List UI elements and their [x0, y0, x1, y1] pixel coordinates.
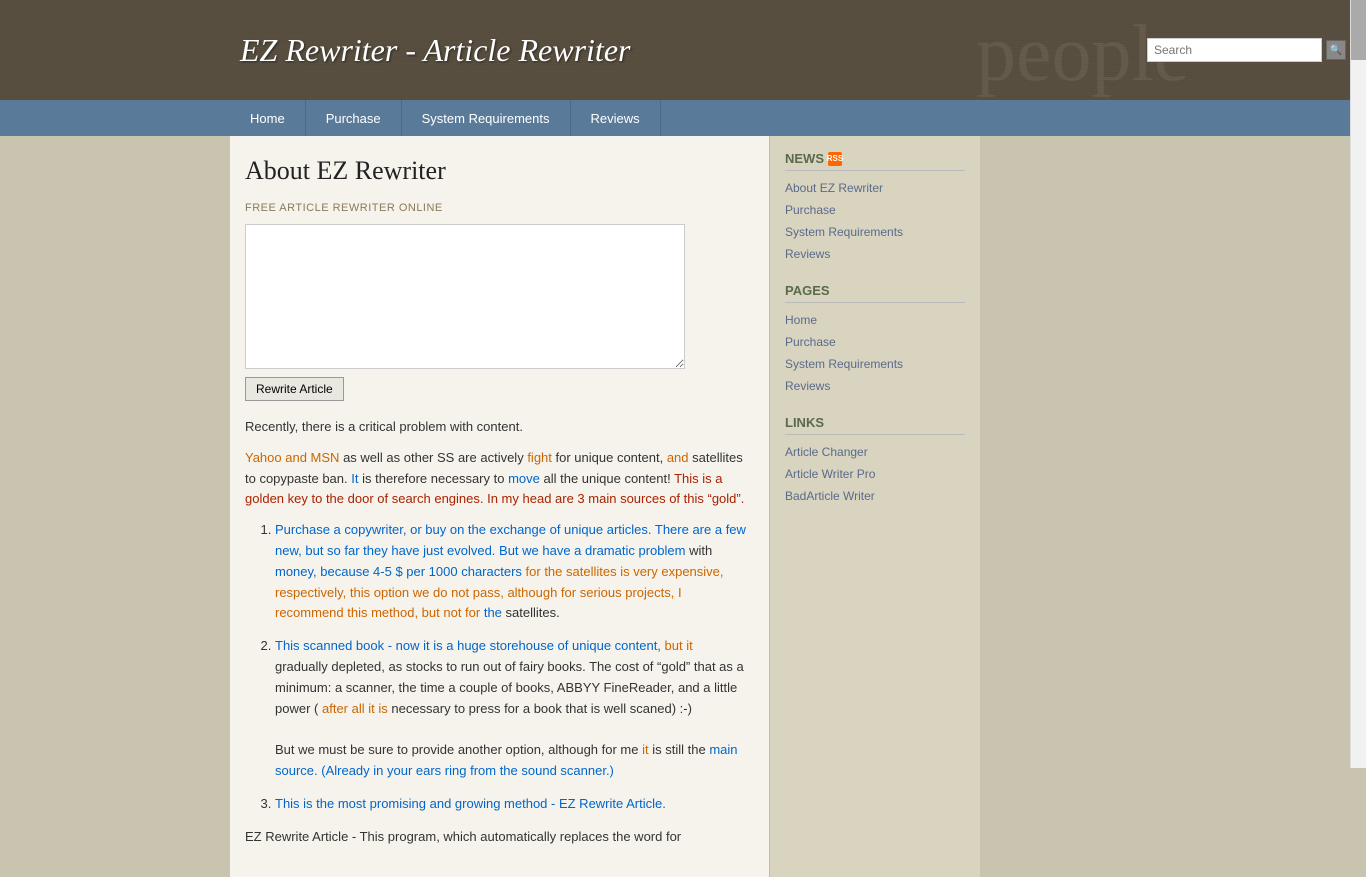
search-area: 🔍 [1147, 38, 1346, 62]
site-title: EZ Rewriter - Article Rewriter [240, 32, 630, 69]
li2-scanned: This scanned book - now it is a huge sto… [275, 638, 665, 653]
body-para-2: Yahoo and MSN as well as other SS are ac… [245, 448, 749, 510]
text-and: and [667, 450, 689, 465]
sidebar-pages-title: PAGES [785, 283, 965, 303]
sidebar-pages-reviews[interactable]: Reviews [785, 377, 965, 395]
site-header: EZ Rewriter - Article Rewriter 🔍 [0, 0, 1366, 100]
sidebar-pages-purchase[interactable]: Purchase [785, 333, 965, 351]
sidebar-news-about[interactable]: About EZ Rewriter [785, 179, 965, 197]
li3-text: This is the most promising and growing m… [275, 796, 666, 811]
sidebar-link-badarticle-writer[interactable]: BadArticle Writer [785, 487, 965, 505]
text-yahoo-msn: Yahoo and MSN [245, 450, 339, 465]
scrollbar-thumb[interactable] [1351, 0, 1366, 60]
li2-but: but it [665, 638, 693, 653]
news-title-text: NEWS [785, 151, 824, 166]
sidebar-links-title: LINKS [785, 415, 965, 435]
sidebar-link-article-writer-pro[interactable]: Article Writer Pro [785, 465, 965, 483]
li1-with: with [689, 543, 712, 558]
list-item-1: Purchase a copywriter, or buy on the exc… [275, 520, 749, 624]
main-content: About EZ Rewriter FREE ARTICLE REWRITER … [230, 136, 770, 877]
li1-money: money, because 4-5 $ per 1000 characters [275, 564, 526, 579]
text-it: It [351, 471, 358, 486]
text-for-unique: for unique content, [556, 450, 667, 465]
list-item-2: This scanned book - now it is a huge sto… [275, 636, 749, 782]
sidebar-pages-sysreq[interactable]: System Requirements [785, 355, 965, 373]
text-all: all the unique content! [544, 471, 675, 486]
text-as-well: as well as other SS are actively [343, 450, 527, 465]
rewrite-button[interactable]: Rewrite Article [245, 377, 344, 401]
list-item-3: This is the most promising and growing m… [275, 794, 749, 815]
main-wrapper: About EZ Rewriter FREE ARTICLE REWRITER … [0, 136, 1366, 877]
main-list: Purchase a copywriter, or buy on the exc… [245, 520, 749, 814]
text-move: move [508, 471, 540, 486]
rewrite-textarea[interactable] [245, 224, 685, 369]
li1-purchase: Purchase a copywriter, or buy on the exc… [275, 522, 746, 558]
main-nav: Home Purchase System Requirements Review… [0, 100, 1366, 136]
sidebar-news-title: NEWS RSS [785, 151, 965, 171]
sidebar-pages-home[interactable]: Home [785, 311, 965, 329]
sidebar: NEWS RSS About EZ Rewriter Purchase Syst… [770, 136, 980, 877]
text-therefore: is therefore necessary to [362, 471, 508, 486]
body-para-1: Recently, there is a critical problem wi… [245, 417, 749, 438]
li2-after: after all it is [322, 701, 388, 716]
sidebar-pages-section: PAGES Home Purchase System Requirements … [785, 283, 965, 395]
sidebar-news-section: NEWS RSS About EZ Rewriter Purchase Syst… [785, 151, 965, 263]
text-fight: fight [527, 450, 552, 465]
nav-purchase[interactable]: Purchase [306, 100, 402, 136]
sidebar-news-reviews[interactable]: Reviews [785, 245, 965, 263]
sidebar-news-purchase[interactable]: Purchase [785, 201, 965, 219]
nav-home[interactable]: Home [230, 100, 306, 136]
scrollbar-track [1350, 0, 1366, 768]
li1-satellites: satellites. [506, 605, 560, 620]
sidebar-links-section: LINKS Article Changer Article Writer Pro… [785, 415, 965, 505]
search-button[interactable]: 🔍 [1326, 40, 1346, 60]
article-body: Recently, there is a critical problem wi… [245, 417, 749, 847]
li2-but2: But we must be sure to provide another o… [275, 742, 642, 757]
sidebar-link-article-changer[interactable]: Article Changer [785, 443, 965, 461]
nav-reviews[interactable]: Reviews [571, 100, 661, 136]
nav-system-requirements[interactable]: System Requirements [402, 100, 571, 136]
li1-the: the [484, 605, 502, 620]
page-heading: About EZ Rewriter [245, 156, 749, 186]
li2-necessary: necessary to press for a book that is we… [391, 701, 692, 716]
rss-icon: RSS [828, 152, 842, 166]
footer-para: EZ Rewrite Article - This program, which… [245, 827, 749, 848]
sidebar-news-sysreq[interactable]: System Requirements [785, 223, 965, 241]
free-label: FREE ARTICLE REWRITER ONLINE [245, 202, 749, 214]
li2-it: it [642, 742, 649, 757]
li2-still: is still the [652, 742, 709, 757]
search-input[interactable] [1147, 38, 1322, 62]
